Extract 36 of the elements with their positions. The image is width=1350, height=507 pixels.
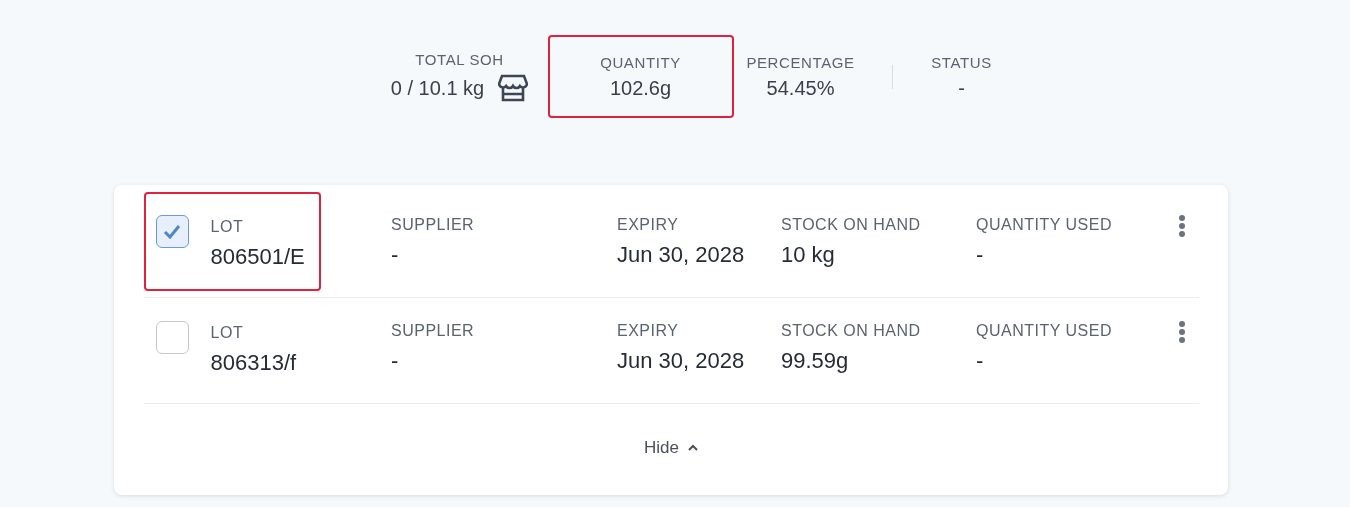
stock-value: 99.59g — [781, 348, 849, 374]
field-label: QUANTITY USED — [976, 216, 1112, 234]
supplier-value: - — [391, 242, 399, 268]
summary-value: 54.45% — [766, 76, 835, 100]
summary-value: 0 / 10.1 kg — [390, 76, 485, 100]
quantity-used-value: - — [976, 348, 984, 374]
summary-label: QUANTITY — [600, 53, 681, 71]
checkbox[interactable] — [156, 215, 189, 248]
summary-label: STATUS — [931, 53, 992, 71]
kebab-icon — [1178, 214, 1186, 238]
summary-label: PERCENTAGE — [746, 53, 855, 71]
lot-number: 806501/E — [210, 244, 305, 270]
field-label: SUPPLIER — [391, 322, 475, 340]
field-label: SUPPLIER — [391, 216, 475, 234]
field-label: EXPIRY — [617, 216, 679, 234]
expiry-date: Jun 30, 2028 — [617, 348, 745, 374]
kebab-icon — [1178, 320, 1186, 344]
field-label: QUANTITY USED — [976, 322, 1112, 340]
check-icon — [163, 224, 182, 239]
lot-number: 806313/f — [210, 350, 297, 376]
field-label: EXPIRY — [617, 322, 679, 340]
field-label: STOCK ON HAND — [781, 216, 921, 234]
checkbox[interactable] — [156, 321, 189, 354]
summary-label: TOTAL SOH — [415, 51, 504, 68]
summary-value: 102.6g — [609, 76, 672, 100]
field-label: LOT — [210, 218, 244, 236]
field-label: LOT — [210, 324, 244, 342]
quantity-used-value: - — [976, 242, 984, 268]
store-icon[interactable] — [498, 74, 529, 102]
summary-value: - — [958, 76, 965, 100]
supplier-value: - — [391, 348, 399, 374]
field-label: STOCK ON HAND — [781, 322, 921, 340]
stock-value: 10 kg — [781, 242, 835, 268]
expiry-date: Jun 30, 2028 — [617, 242, 745, 268]
chevron-up-icon — [687, 444, 699, 452]
hide-button[interactable]: Hide — [638, 437, 705, 459]
